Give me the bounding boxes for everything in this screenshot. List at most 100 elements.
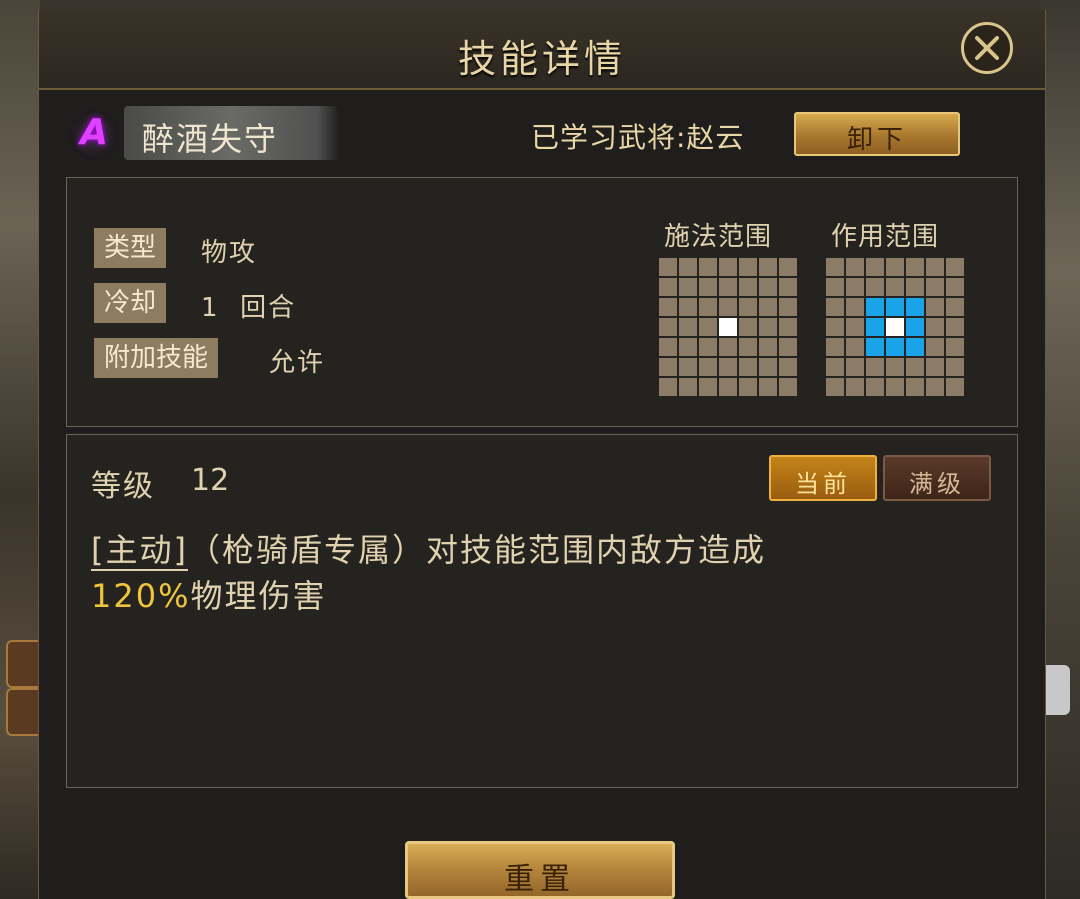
grid-cell (759, 338, 777, 356)
grid-cell (926, 278, 944, 296)
grid-cell (659, 298, 677, 316)
grid-cell (759, 298, 777, 316)
unload-button-label: 卸下 (846, 125, 907, 155)
tab-current[interactable]: 当前 (769, 455, 877, 501)
grid-cell (679, 318, 697, 336)
type-tag: 类型 (94, 228, 167, 268)
extra-skill-value: 允许 (269, 348, 326, 378)
effect-range-grid (826, 258, 965, 397)
close-button[interactable] (961, 22, 1013, 74)
grid-cell (699, 258, 717, 276)
grid-cell (739, 318, 757, 336)
skill-detail-panel: 技能详情 A 醉酒失守 已学习武将:赵云 卸下 类型 物攻 冷却 1 回合 附加… (38, 10, 1046, 899)
grid-cell (946, 318, 964, 336)
grid-cell-center (886, 318, 904, 336)
description-line-2: 120%物理伤害 (91, 571, 327, 617)
unload-button[interactable]: 卸下 (794, 112, 960, 156)
grid-cell (779, 258, 797, 276)
background-left (0, 0, 40, 899)
grid-cell (779, 318, 797, 336)
grid-cell (886, 278, 904, 296)
damage-percent: 120% (91, 577, 191, 615)
grid-cell (846, 278, 864, 296)
grid-cell (946, 358, 964, 376)
grid-cell (699, 318, 717, 336)
effect-range-label: 作用范围 (831, 222, 940, 252)
grid-cell (719, 358, 737, 376)
grid-cell-effect (906, 338, 924, 356)
grid-cell (846, 358, 864, 376)
grid-cell (679, 258, 697, 276)
reset-button-label: 重置 (504, 862, 576, 897)
grid-cell (739, 258, 757, 276)
grid-cell (659, 318, 677, 336)
title-bar: 技能详情 (39, 10, 1045, 90)
cooldown-value: 1 回合 (201, 293, 297, 323)
grid-cell (659, 278, 677, 296)
grid-cell (739, 278, 757, 296)
tab-max-level[interactable]: 满级 (883, 455, 991, 501)
skill-header: A 醉酒失守 已学习武将:赵云 卸下 (39, 102, 1045, 168)
grid-cell (846, 378, 864, 396)
grid-cell (659, 258, 677, 276)
grid-cell (846, 298, 864, 316)
grid-cell (926, 318, 944, 336)
grid-cell-effect (886, 298, 904, 316)
grid-cell (926, 378, 944, 396)
grid-cell (826, 378, 844, 396)
grid-cell (699, 358, 717, 376)
grid-cell (846, 338, 864, 356)
grid-cell (679, 298, 697, 316)
cooldown-tag: 冷却 (94, 283, 167, 323)
grid-cell (826, 338, 844, 356)
grid-cell-effect (866, 318, 884, 336)
grid-cell (906, 258, 924, 276)
grid-cell (739, 378, 757, 396)
learned-general: 已学习武将:赵云 (531, 121, 745, 154)
grid-cell (759, 318, 777, 336)
grade-letter: A (80, 112, 108, 153)
grid-cell (866, 278, 884, 296)
grid-cell-effect (866, 298, 884, 316)
grid-cell (779, 298, 797, 316)
grid-cell (846, 258, 864, 276)
grid-cell (926, 338, 944, 356)
description-text-2: 物理伤害 (190, 577, 327, 615)
grid-cell (906, 278, 924, 296)
grid-cell-center (719, 318, 737, 336)
type-value: 物攻 (201, 238, 258, 268)
grid-cell (659, 338, 677, 356)
grid-cell (779, 358, 797, 376)
grid-cell (926, 358, 944, 376)
grid-cell (719, 378, 737, 396)
grid-cell (759, 358, 777, 376)
grid-cell (679, 338, 697, 356)
close-icon (975, 36, 999, 60)
grid-cell (719, 278, 737, 296)
grid-cell (699, 338, 717, 356)
grid-cell (886, 358, 904, 376)
grid-cell (699, 278, 717, 296)
extra-skill-tag: 附加技能 (94, 338, 219, 378)
grid-cell (659, 378, 677, 396)
grid-cell-effect (886, 338, 904, 356)
grid-cell (779, 338, 797, 356)
grid-cell (926, 298, 944, 316)
reset-button[interactable]: 重置 (405, 841, 675, 899)
grid-cell (699, 298, 717, 316)
cast-range-grid (659, 258, 798, 397)
grid-cell (826, 358, 844, 376)
cast-range-label: 施法范围 (664, 222, 773, 252)
grid-cell (759, 378, 777, 396)
grid-cell (779, 278, 797, 296)
grid-cell (826, 278, 844, 296)
grid-cell (826, 258, 844, 276)
grid-cell (759, 278, 777, 296)
grid-cell (926, 258, 944, 276)
grid-cell-effect (906, 298, 924, 316)
tab-current-label: 当前 (795, 470, 851, 498)
grid-cell (866, 358, 884, 376)
grid-cell (886, 378, 904, 396)
level-value: 12 (191, 463, 230, 498)
grade-icon: A (69, 110, 119, 160)
